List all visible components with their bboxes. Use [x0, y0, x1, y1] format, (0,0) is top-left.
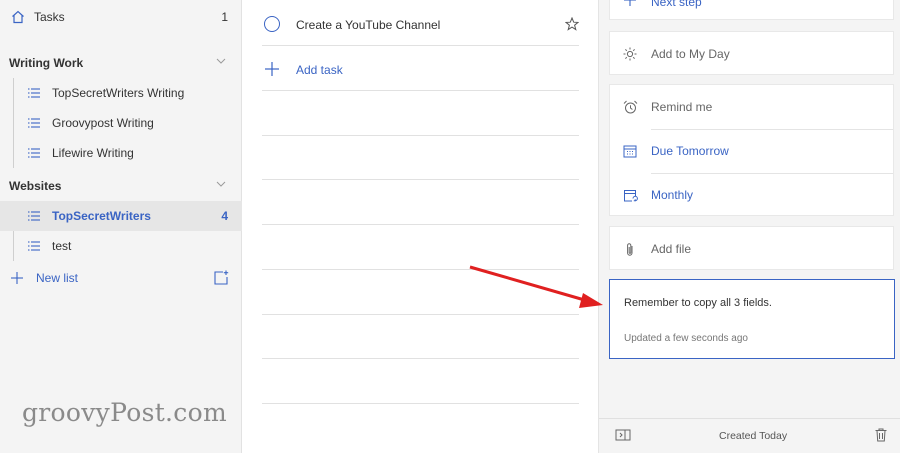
new-group-icon[interactable] — [213, 270, 229, 289]
sidebar-item-label: Tasks — [34, 10, 65, 24]
plus-icon — [264, 61, 280, 80]
divider — [262, 90, 579, 91]
sidebar: Tasks 1 Writing Work TopSecretWriters Wr… — [0, 0, 242, 453]
sidebar-item-test[interactable]: test — [0, 231, 242, 261]
sidebar-item-topsecretwriters[interactable]: TopSecretWriters 4 — [0, 201, 242, 231]
new-list-button[interactable]: New list — [0, 263, 242, 293]
due-date-button[interactable]: Due Tomorrow — [610, 129, 895, 173]
add-file-label: Add file — [651, 242, 692, 256]
list-icon — [27, 116, 41, 130]
divider — [262, 358, 579, 359]
divider — [262, 403, 579, 404]
star-icon[interactable] — [564, 16, 580, 34]
task-title: Create a YouTube Channel — [296, 18, 441, 32]
sidebar-item-tasks[interactable]: Tasks 1 — [0, 2, 242, 32]
next-step-label: Next step — [651, 0, 702, 9]
sidebar-item-topsecretwriters-writing[interactable]: TopSecretWriters Writing — [0, 78, 242, 108]
sidebar-item-label: Lifewire Writing — [52, 146, 134, 160]
plus-icon — [624, 0, 636, 9]
task-count: 1 — [221, 10, 228, 24]
sidebar-item-label: Groovypost Writing — [52, 116, 154, 130]
divider — [262, 224, 579, 225]
repeat-calendar-icon — [622, 187, 638, 203]
alarm-clock-icon — [622, 99, 638, 115]
task-count: 4 — [221, 209, 228, 223]
sidebar-item-label: TopSecretWriters Writing — [52, 86, 185, 100]
sun-icon — [622, 46, 638, 62]
group-header: Websites — [9, 179, 62, 193]
watermark: groovyPost.com — [22, 398, 227, 427]
due-label: Due Tomorrow — [651, 144, 729, 158]
divider — [262, 269, 579, 270]
chevron-down-icon[interactable] — [215, 178, 227, 193]
list-icon — [27, 146, 41, 160]
schedule-card: Remind me Due Tomorrow Monthly — [609, 84, 894, 216]
new-list-label: New list — [36, 271, 79, 285]
note-updated: Updated a few seconds ago — [624, 333, 748, 344]
chevron-down-icon[interactable] — [215, 55, 227, 70]
add-file-button[interactable]: Add file — [610, 227, 895, 271]
remind-me-button[interactable]: Remind me — [610, 85, 895, 129]
group-header: Writing Work — [9, 56, 84, 70]
list-icon — [27, 86, 41, 100]
add-to-my-day-card[interactable]: Add to My Day — [609, 31, 894, 75]
details-footer: Created Today — [599, 418, 900, 453]
plus-icon — [10, 271, 24, 285]
repeat-button[interactable]: Monthly — [610, 173, 895, 217]
sidebar-item-lifewire-writing[interactable]: Lifewire Writing — [0, 138, 242, 168]
note-field[interactable]: Remember to copy all 3 fields. Updated a… — [609, 279, 895, 359]
task-item[interactable]: Create a YouTube Channel — [243, 6, 598, 44]
note-text: Remember to copy all 3 fields. — [624, 297, 772, 309]
my-day-label: Add to My Day — [651, 47, 730, 61]
add-task-button[interactable]: Add task — [243, 52, 598, 88]
next-step-card[interactable]: Next step — [609, 0, 894, 20]
hide-details-icon[interactable] — [615, 429, 631, 444]
add-to-my-day-button[interactable]: Add to My Day — [610, 32, 895, 76]
task-details-pane: Next step Add to My Day Remind me Due To… — [598, 0, 900, 453]
home-icon — [10, 9, 26, 25]
sidebar-item-label: test — [52, 239, 72, 253]
list-icon — [27, 239, 41, 253]
created-date: Created Today — [719, 430, 788, 442]
repeat-label: Monthly — [651, 188, 694, 202]
task-list-pane: Create a YouTube Channel Add task — [243, 0, 598, 453]
list-icon — [27, 209, 41, 223]
divider — [262, 135, 579, 136]
paperclip-icon — [622, 241, 638, 257]
trash-icon[interactable] — [875, 428, 887, 445]
task-checkbox[interactable] — [264, 16, 280, 32]
calendar-icon — [622, 143, 638, 159]
add-task-label: Add task — [296, 63, 343, 77]
divider — [262, 314, 579, 315]
sidebar-item-groovypost-writing[interactable]: Groovypost Writing — [0, 108, 242, 138]
divider — [262, 45, 579, 46]
remind-label: Remind me — [651, 100, 713, 114]
sidebar-item-label: TopSecretWriters — [52, 209, 151, 223]
divider — [262, 179, 579, 180]
add-file-card[interactable]: Add file — [609, 226, 894, 270]
